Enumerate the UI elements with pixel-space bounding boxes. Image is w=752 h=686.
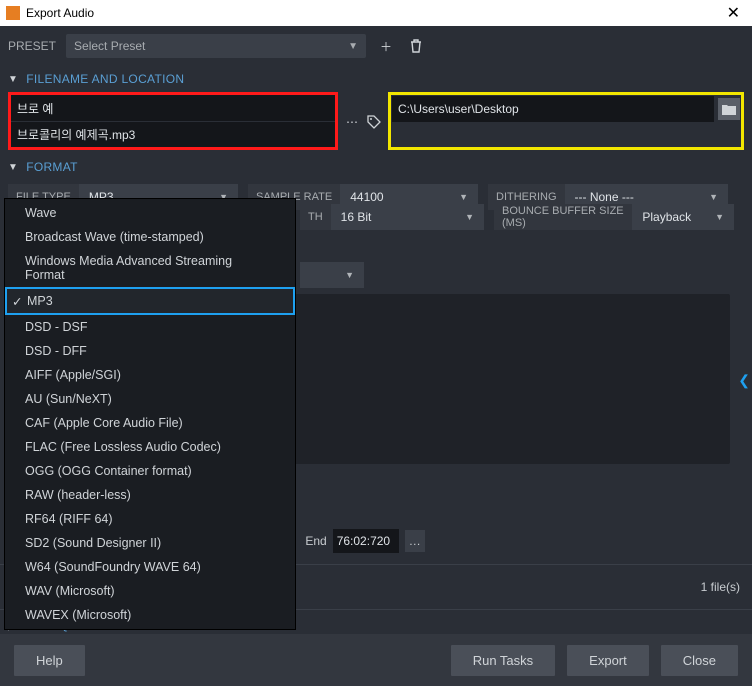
- preset-placeholder: Select Preset: [74, 39, 145, 53]
- chevron-down-icon: ▼: [8, 162, 18, 173]
- end-time-input[interactable]: [333, 529, 399, 553]
- bit-depth-label: TH: [300, 204, 331, 230]
- file-type-option[interactable]: Broadcast Wave (time-stamped): [5, 225, 295, 249]
- add-preset-button[interactable]: ＋: [376, 36, 396, 56]
- browse-folder-button[interactable]: [718, 98, 740, 120]
- buffer-label: BOUNCE BUFFER SIZE (MS): [494, 204, 632, 230]
- filename-box: [8, 92, 338, 150]
- file-type-dropdown: WaveBroadcast Wave (time-stamped)Windows…: [4, 198, 296, 630]
- end-label: End: [305, 534, 326, 548]
- side-panel-toggle[interactable]: ❮: [738, 372, 750, 389]
- delete-preset-button[interactable]: [406, 36, 426, 56]
- titlebar: Export Audio ✕: [0, 0, 752, 26]
- file-type-option[interactable]: FLAC (Free Lossless Audio Codec): [5, 435, 295, 459]
- project-name-input[interactable]: [11, 95, 335, 121]
- chevron-down-icon: ▼: [709, 192, 718, 202]
- section-title: FORMAT: [26, 160, 78, 174]
- help-button[interactable]: Help: [14, 645, 85, 676]
- section-format[interactable]: ▼ FORMAT: [0, 154, 752, 180]
- preset-label: PRESET: [8, 39, 56, 53]
- export-button[interactable]: Export: [567, 645, 649, 676]
- run-tasks-button[interactable]: Run Tasks: [451, 645, 555, 676]
- buffer-select[interactable]: Playback ▼: [632, 204, 734, 230]
- preset-select[interactable]: Select Preset ▼: [66, 34, 366, 58]
- filename-input[interactable]: [11, 121, 335, 147]
- file-type-option[interactable]: WAVEX (Microsoft): [5, 603, 295, 627]
- file-type-option[interactable]: Windows Media Advanced Streaming Format: [5, 249, 295, 287]
- preset-row: PRESET Select Preset ▼ ＋: [0, 26, 752, 66]
- file-type-option[interactable]: RAW (header-less): [5, 483, 295, 507]
- file-type-option[interactable]: MP3: [5, 287, 295, 315]
- file-type-option[interactable]: W64 (SoundFoundry WAVE 64): [5, 555, 295, 579]
- app-icon: [6, 6, 20, 20]
- file-type-option[interactable]: DSD - DFF: [5, 339, 295, 363]
- chevron-down-icon: ▼: [348, 41, 358, 52]
- close-icon[interactable]: ✕: [721, 3, 746, 23]
- close-button[interactable]: Close: [661, 645, 738, 676]
- chevron-down-icon: ▼: [345, 270, 354, 280]
- file-type-option[interactable]: AIFF (Apple/SGI): [5, 363, 295, 387]
- chevron-down-icon: ▼: [459, 192, 468, 202]
- path-box: [388, 92, 744, 150]
- window-title: Export Audio: [26, 6, 94, 20]
- file-type-option[interactable]: Wave: [5, 201, 295, 225]
- chevron-down-icon: ▼: [8, 74, 18, 85]
- tag-icon[interactable]: [364, 112, 384, 132]
- file-count: 1 file(s): [701, 580, 740, 594]
- bottom-bar: Help Run Tasks Export Close: [0, 634, 752, 686]
- chevron-down-icon: ▼: [465, 212, 474, 222]
- file-type-option[interactable]: DSD - DSF: [5, 315, 295, 339]
- end-more-button[interactable]: …: [405, 530, 425, 552]
- file-type-option[interactable]: WAV (Microsoft): [5, 579, 295, 603]
- bit-depth-select[interactable]: 16 Bit ▼: [331, 204, 484, 230]
- scope-select[interactable]: ▼: [300, 262, 364, 288]
- more-options-button[interactable]: ⋯: [342, 112, 362, 132]
- section-title: FILENAME AND LOCATION: [26, 72, 184, 86]
- file-type-option[interactable]: AU (Sun/NeXT): [5, 387, 295, 411]
- file-type-option[interactable]: RF64 (RIFF 64): [5, 507, 295, 531]
- path-input[interactable]: [392, 96, 714, 122]
- chevron-down-icon: ▼: [715, 212, 724, 222]
- section-filename-location[interactable]: ▼ FILENAME AND LOCATION: [0, 66, 752, 92]
- file-type-option[interactable]: SD2 (Sound Designer II): [5, 531, 295, 555]
- file-type-option[interactable]: OGG (OGG Container format): [5, 459, 295, 483]
- file-type-option[interactable]: CAF (Apple Core Audio File): [5, 411, 295, 435]
